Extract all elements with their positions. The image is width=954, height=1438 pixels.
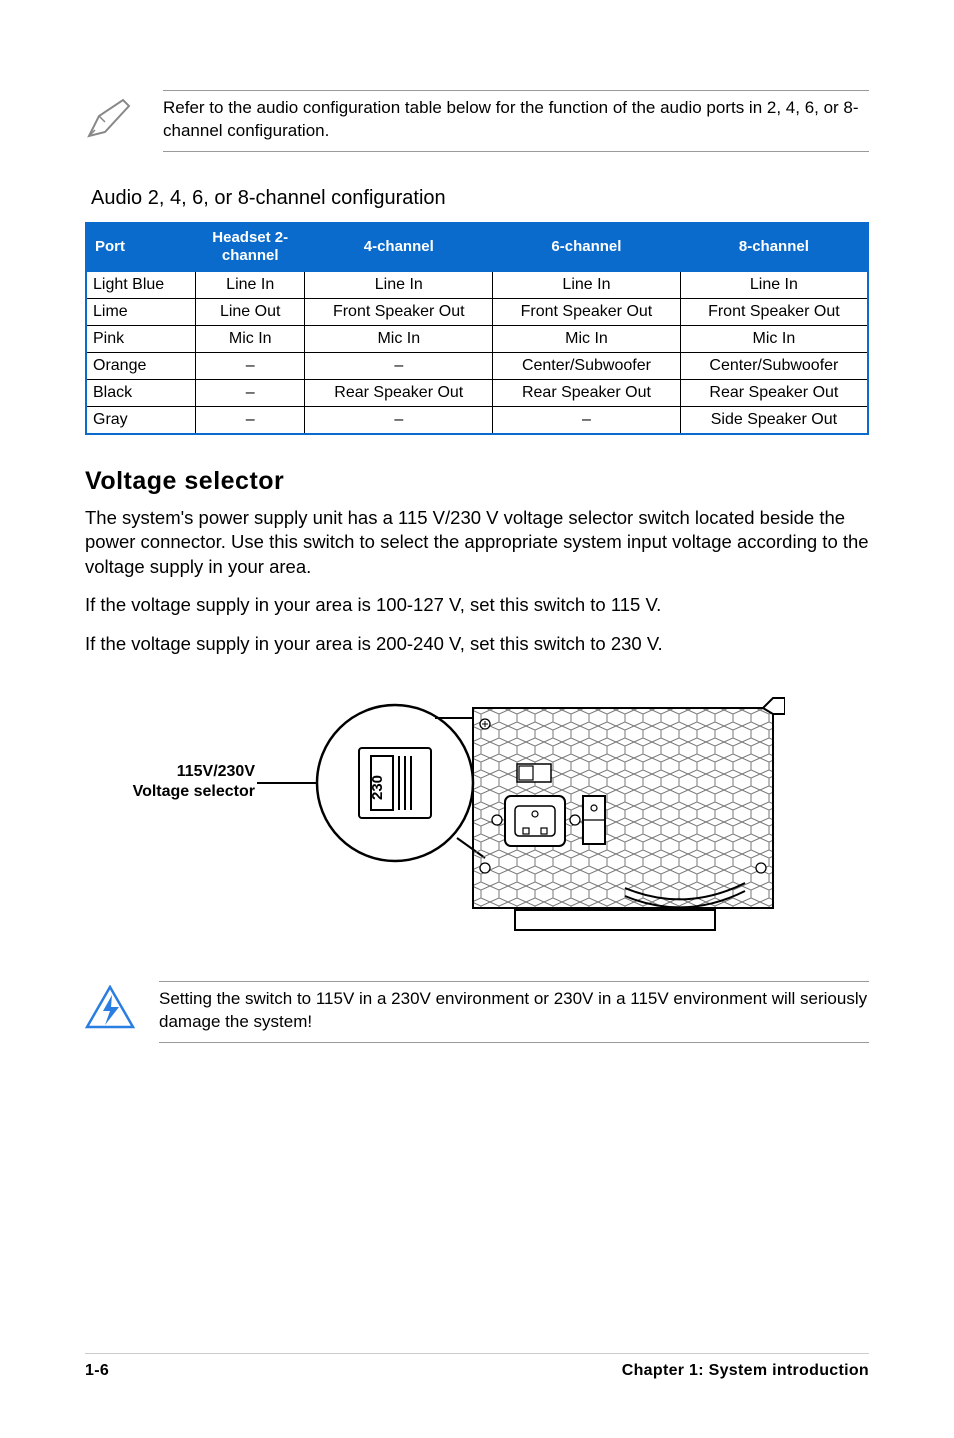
table-row: Pink Mic In Mic In Mic In Mic In (86, 325, 868, 352)
lightning-warning-icon (85, 985, 135, 1030)
cell: – (195, 379, 304, 406)
warning-block: Setting the switch to 115V in a 230V env… (85, 981, 869, 1043)
cell: Mic In (305, 325, 493, 352)
page-footer: 1-6 Chapter 1: System introduction (85, 1353, 869, 1380)
cell-port: Lime (86, 298, 195, 325)
note-block: Refer to the audio configuration table b… (85, 90, 869, 152)
cell: Front Speaker Out (493, 298, 681, 325)
th-2ch: Headset 2-channel (195, 222, 304, 271)
voltage-selector-p3: If the voltage supply in your area is 20… (85, 632, 869, 656)
cell-port: Orange (86, 352, 195, 379)
voltage-selector-p2: If the voltage supply in your area is 10… (85, 593, 869, 617)
cell: Rear Speaker Out (305, 379, 493, 406)
cell: Line In (305, 271, 493, 298)
diagram-label-line2: Voltage selector (133, 783, 255, 800)
cell: Side Speaker Out (680, 406, 868, 434)
table-row: Gray – – – Side Speaker Out (86, 406, 868, 434)
th-6ch: 6-channel (493, 222, 681, 271)
table-row: Orange – – Center/Subwoofer Center/Subwo… (86, 352, 868, 379)
audio-table-caption: Audio 2, 4, 6, or 8-channel configuratio… (91, 187, 869, 210)
table-row: Lime Line Out Front Speaker Out Front Sp… (86, 298, 868, 325)
table-row: Light Blue Line In Line In Line In Line … (86, 271, 868, 298)
voltage-selector-diagram: 115V/230V Voltage selector 230 (85, 678, 869, 943)
cell: Center/Subwoofer (680, 352, 868, 379)
cell: – (305, 406, 493, 434)
cell: Front Speaker Out (680, 298, 868, 325)
warning-text: Setting the switch to 115V in a 230V env… (159, 988, 869, 1034)
pencil-note-icon (85, 96, 135, 141)
cell-port: Light Blue (86, 271, 195, 298)
cell: – (493, 406, 681, 434)
cell: – (305, 352, 493, 379)
cell: Mic In (680, 325, 868, 352)
th-4ch: 4-channel (305, 222, 493, 271)
cell: Line In (493, 271, 681, 298)
audio-config-table: Port Headset 2-channel 4-channel 6-chann… (85, 222, 869, 435)
th-8ch: 8-channel (680, 222, 868, 271)
chapter-title: Chapter 1: System introduction (622, 1362, 869, 1380)
table-header-row: Port Headset 2-channel 4-channel 6-chann… (86, 222, 868, 271)
cell: Rear Speaker Out (680, 379, 868, 406)
diagram-label-line1: 115V/230V (177, 763, 256, 780)
voltage-selector-p1: The system's power supply unit has a 115… (85, 506, 869, 579)
cell: Center/Subwoofer (493, 352, 681, 379)
cell: Front Speaker Out (305, 298, 493, 325)
cell-port: Pink (86, 325, 195, 352)
cell-port: Black (86, 379, 195, 406)
cell: Mic In (195, 325, 304, 352)
cell: Line In (680, 271, 868, 298)
cell: Rear Speaker Out (493, 379, 681, 406)
page-number: 1-6 (85, 1362, 109, 1380)
cell: Mic In (493, 325, 681, 352)
cell: – (195, 406, 304, 434)
voltage-selector-heading: Voltage selector (85, 467, 869, 496)
cell: – (195, 352, 304, 379)
cell: Line Out (195, 298, 304, 325)
table-row: Black – Rear Speaker Out Rear Speaker Ou… (86, 379, 868, 406)
cell: Line In (195, 271, 304, 298)
th-port: Port (86, 222, 195, 271)
cell-port: Gray (86, 406, 195, 434)
switch-value: 230 (369, 775, 386, 800)
note-text: Refer to the audio configuration table b… (163, 97, 869, 143)
